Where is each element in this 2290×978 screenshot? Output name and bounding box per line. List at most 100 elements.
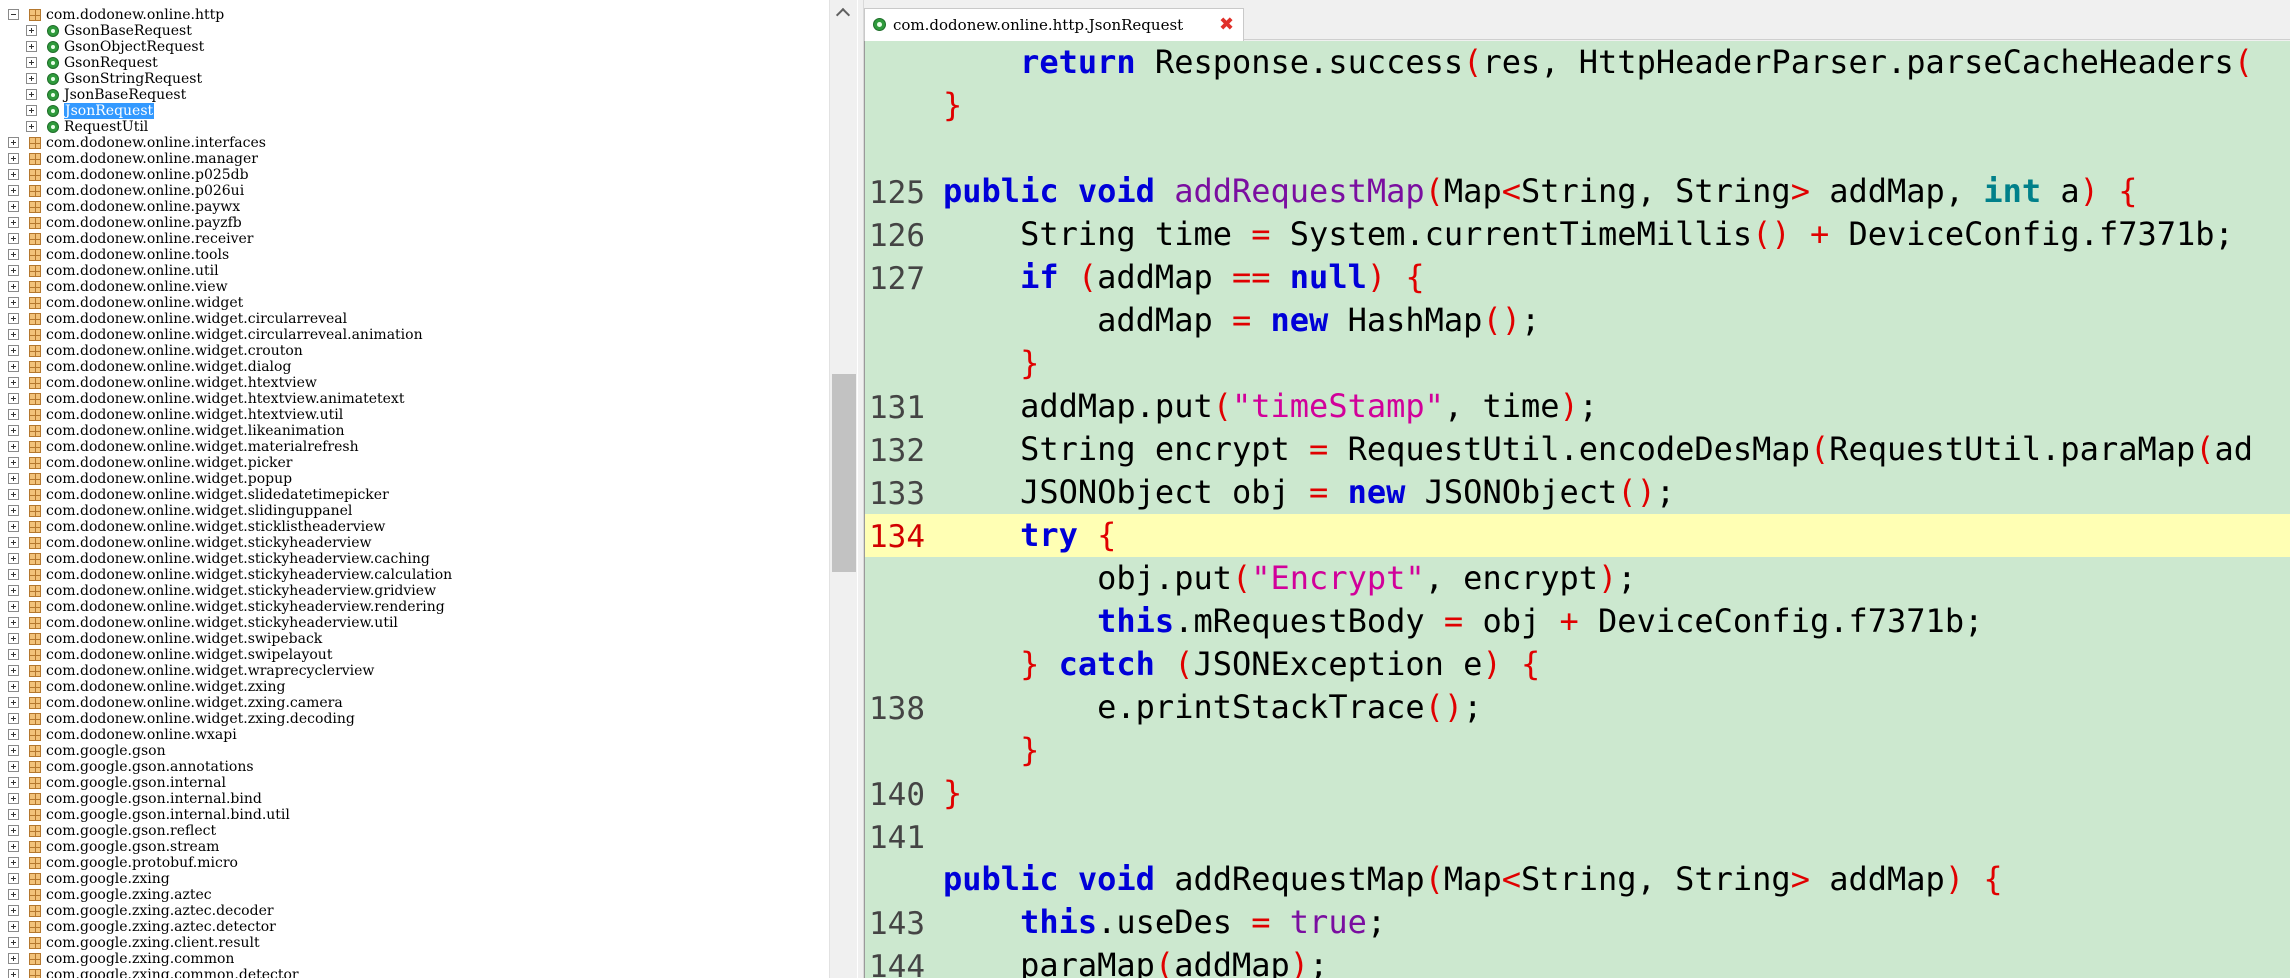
tree-package-item[interactable]: com.dodonew.online.manager: [0, 151, 830, 167]
tree-package-item[interactable]: com.dodonew.online.widget.swipeback: [0, 631, 830, 647]
tree-package-item[interactable]: com.dodonew.online.widget.picker: [0, 455, 830, 471]
tree-package-item[interactable]: com.dodonew.online.widget.dialog: [0, 359, 830, 375]
tree-package-item[interactable]: com.dodonew.online.widget.wraprecyclervi…: [0, 663, 830, 679]
tree-package-item[interactable]: com.dodonew.online.util: [0, 263, 830, 279]
expand-icon[interactable]: [8, 969, 19, 978]
expand-icon[interactable]: [26, 41, 37, 52]
tree-package-item[interactable]: com.dodonew.online.widget.htextview: [0, 375, 830, 391]
code-line[interactable]: 127 if (addMap == null) {: [865, 256, 2290, 299]
tree-item-label[interactable]: com.google.gson.annotations: [46, 759, 254, 775]
expand-icon[interactable]: [8, 185, 19, 196]
code-line[interactable]: return Response.success(res, HttpHeaderP…: [865, 41, 2290, 84]
tree-package-item[interactable]: com.dodonew.online.widget.sticklistheade…: [0, 519, 830, 535]
tree-item-label[interactable]: com.google.gson.internal: [46, 775, 226, 791]
tree-scrollbar-thumb[interactable]: [832, 374, 856, 572]
tree-package-item[interactable]: com.dodonew.online.wxapi: [0, 727, 830, 743]
collapse-icon[interactable]: [8, 9, 19, 20]
expand-icon[interactable]: [8, 697, 19, 708]
tree-package-item[interactable]: com.dodonew.online.widget.stickyheadervi…: [0, 567, 830, 583]
expand-icon[interactable]: [8, 681, 19, 692]
code-line[interactable]: 144 paraMap(addMap);: [865, 944, 2290, 978]
expand-icon[interactable]: [8, 601, 19, 612]
tree-item-label[interactable]: com.dodonew.online.receiver: [46, 231, 253, 247]
expand-icon[interactable]: [8, 585, 19, 596]
expand-icon[interactable]: [8, 553, 19, 564]
tree-package-item[interactable]: com.dodonew.online.widget.htextview.util: [0, 407, 830, 423]
expand-icon[interactable]: [8, 265, 19, 276]
tree-package-item[interactable]: com.dodonew.online.interfaces: [0, 135, 830, 151]
tree-package-item[interactable]: com.google.zxing.client.result: [0, 935, 830, 951]
tree-package-item[interactable]: com.dodonew.online.p026ui: [0, 183, 830, 199]
expand-icon[interactable]: [8, 153, 19, 164]
expand-icon[interactable]: [8, 761, 19, 772]
expand-icon[interactable]: [8, 377, 19, 388]
tree-class-item[interactable]: GsonBaseRequest: [0, 23, 830, 39]
expand-icon[interactable]: [26, 73, 37, 84]
tree-item-label[interactable]: com.dodonew.online.widget.circularreveal…: [46, 327, 423, 343]
code-text[interactable]: }: [943, 772, 962, 815]
expand-icon[interactable]: [8, 249, 19, 260]
tree-item-label[interactable]: com.google.zxing.aztec.decoder: [46, 903, 274, 919]
expand-icon[interactable]: [8, 937, 19, 948]
tree-item-label[interactable]: com.dodonew.online.view: [46, 279, 228, 295]
code-line[interactable]: 138 e.printStackTrace();: [865, 686, 2290, 729]
tree-package-item[interactable]: com.dodonew.online.view: [0, 279, 830, 295]
expand-icon[interactable]: [8, 217, 19, 228]
expand-icon[interactable]: [26, 121, 37, 132]
expand-icon[interactable]: [8, 169, 19, 180]
tree-item-label[interactable]: com.google.gson.internal.bind.util: [46, 807, 290, 823]
tree-item-label[interactable]: JsonRequest: [64, 103, 155, 119]
code-line[interactable]: 133 JSONObject obj = new JSONObject();: [865, 471, 2290, 514]
tree-item-label[interactable]: com.dodonew.online.widget.stickyheadervi…: [46, 551, 430, 567]
tree-package-item[interactable]: com.dodonew.online.widget.stickyheadervi…: [0, 535, 830, 551]
expand-icon[interactable]: [8, 233, 19, 244]
tree-package-item[interactable]: com.dodonew.online.paywx: [0, 199, 830, 215]
expand-icon[interactable]: [8, 841, 19, 852]
expand-icon[interactable]: [8, 505, 19, 516]
tree-package-item[interactable]: com.dodonew.online.widget.stickyheadervi…: [0, 583, 830, 599]
tree-item-label[interactable]: RequestUtil: [64, 119, 148, 135]
tree-package-item[interactable]: com.google.protobuf.micro: [0, 855, 830, 871]
expand-icon[interactable]: [26, 89, 37, 100]
tree-item-label[interactable]: com.dodonew.online.widget.dialog: [46, 359, 291, 375]
tree-item-label[interactable]: com.dodonew.online.widget.zxing.camera: [46, 695, 343, 711]
code-line[interactable]: 143 this.useDes = true;: [865, 901, 2290, 944]
tree-item-label[interactable]: com.dodonew.online.widget.picker: [46, 455, 293, 471]
tree-item-label[interactable]: com.google.zxing: [46, 871, 170, 887]
expand-icon[interactable]: [8, 409, 19, 420]
tree-package-item[interactable]: com.dodonew.online.widget.zxing.decoding: [0, 711, 830, 727]
expand-icon[interactable]: [26, 25, 37, 36]
expand-icon[interactable]: [8, 921, 19, 932]
expand-icon[interactable]: [8, 201, 19, 212]
scroll-up-icon[interactable]: [835, 7, 851, 23]
expand-icon[interactable]: [8, 729, 19, 740]
tree-item-label[interactable]: com.dodonew.online.widget.zxing: [46, 679, 285, 695]
tree-item-label[interactable]: com.dodonew.online.widget: [46, 295, 243, 311]
tree-item-label[interactable]: com.dodonew.online.paywx: [46, 199, 240, 215]
expand-icon[interactable]: [8, 345, 19, 356]
tree-item-label[interactable]: com.dodonew.online.widget.crouton: [46, 343, 303, 359]
tree-package-item[interactable]: com.google.gson.internal.bind.util: [0, 807, 830, 823]
code-text[interactable]: paraMap(addMap);: [943, 944, 1328, 978]
tree-item-label[interactable]: com.dodonew.online.widget.popup: [46, 471, 292, 487]
code-text[interactable]: this.mRequestBody = obj + DeviceConfig.f…: [943, 600, 1983, 643]
expand-icon[interactable]: [8, 393, 19, 404]
expand-icon[interactable]: [8, 905, 19, 916]
expand-icon[interactable]: [8, 329, 19, 340]
tree-package-item[interactable]: com.google.gson.internal.bind: [0, 791, 830, 807]
code-text[interactable]: this.useDes = true;: [943, 901, 1386, 944]
tree-item-label[interactable]: com.dodonew.online.widget.sticklistheade…: [46, 519, 385, 535]
tree-item-label[interactable]: com.dodonew.online.widget.likeanimation: [46, 423, 344, 439]
tree-package-item[interactable]: com.dodonew.online.widget.stickyheadervi…: [0, 551, 830, 567]
tree-package-item[interactable]: com.google.zxing.aztec.detector: [0, 919, 830, 935]
tree-package-item[interactable]: com.google.gson: [0, 743, 830, 759]
tree-package-item[interactable]: com.google.zxing.aztec.decoder: [0, 903, 830, 919]
expand-icon[interactable]: [8, 825, 19, 836]
expand-icon[interactable]: [8, 137, 19, 148]
tree-package-item[interactable]: com.dodonew.online.widget.crouton: [0, 343, 830, 359]
tree-item-label[interactable]: com.dodonew.online.widget.slidinguppanel: [46, 503, 352, 519]
code-text[interactable]: }: [943, 84, 962, 127]
tree-class-item[interactable]: JsonRequest: [0, 103, 830, 119]
tree-package-item[interactable]: com.google.gson.internal: [0, 775, 830, 791]
tree-class-item[interactable]: GsonObjectRequest: [0, 39, 830, 55]
